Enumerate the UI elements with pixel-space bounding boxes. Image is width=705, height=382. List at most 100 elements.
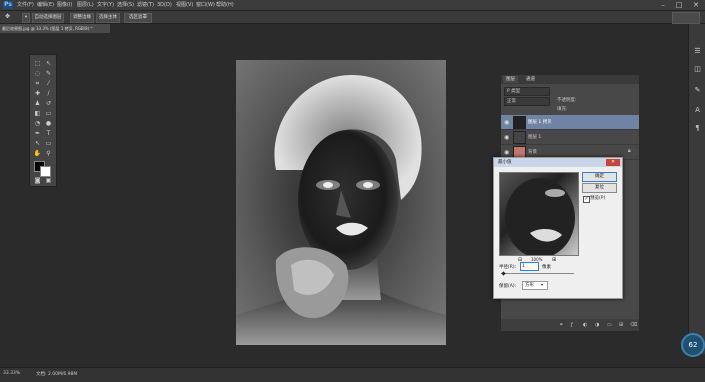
visibility-eye-icon[interactable]: ◉: [504, 119, 509, 126]
menu-file[interactable]: 文件(F): [17, 1, 34, 9]
healing-brush-icon[interactable]: ✚: [33, 89, 42, 98]
document-info[interactable]: 文档: 2.00M/6.98M: [36, 371, 77, 377]
zoom-tool-icon[interactable]: ⚲: [44, 149, 53, 158]
options-bar: ✥ ▾ 自动选择图层 调整边缘 选择主体 选区遮罩: [0, 11, 705, 24]
menu-select[interactable]: 选择(S): [117, 1, 134, 9]
fill-label: 填充:: [557, 107, 568, 112]
marquee-tool-icon[interactable]: ⬚: [33, 59, 42, 68]
chevron-down-icon: ▾: [541, 282, 544, 287]
menu-layer[interactable]: 图层(L): [77, 1, 94, 9]
document-tab[interactable]: 最后效果图.jpg @ 33.3% (图层 1 拷贝, RGB/8) *: [0, 24, 110, 33]
screen-mode-icon[interactable]: ▣: [44, 176, 53, 185]
menu-3d[interactable]: 3D(D): [157, 1, 172, 9]
menu-window[interactable]: 窗口(W): [196, 1, 215, 9]
canvas-image[interactable]: [236, 60, 446, 345]
reset-button[interactable]: 复位: [582, 183, 617, 193]
character-icon[interactable]: A: [693, 106, 702, 115]
quick-mask-icon[interactable]: ◙: [33, 176, 42, 185]
blur-tool-icon[interactable]: ◔: [33, 119, 42, 128]
minimum-filter-dialog: 最小值 ✕ ⊟ 100% ⊞ 确定 复位 ✓ 预览(P) 半径(R): 1 像素…: [493, 157, 623, 299]
select-subject-button[interactable]: 选择主体: [96, 13, 120, 23]
layer-thumbnail: [513, 116, 526, 129]
layer-row[interactable]: ◉ 图层 1: [501, 130, 639, 145]
brush-tool-icon[interactable]: ∕: [44, 89, 53, 98]
mask-icon[interactable]: ◐: [583, 322, 587, 328]
dropdown-icon[interactable]: ▾: [22, 13, 30, 23]
menu-edit[interactable]: 编辑(E): [37, 1, 54, 9]
radius-slider-track[interactable]: [501, 273, 574, 274]
visibility-eye-icon[interactable]: ◉: [504, 134, 509, 141]
tab-layers[interactable]: 图层: [503, 76, 518, 83]
link-layers-icon[interactable]: ⚭: [559, 322, 563, 328]
clone-stamp-icon[interactable]: ♟: [33, 99, 42, 108]
minimize-button[interactable]: –: [655, 0, 671, 10]
preserve-select[interactable]: 方形: [522, 281, 548, 290]
history-icon[interactable]: ☰: [693, 47, 702, 56]
right-dock: ☰ ◫ ✎ A ¶: [688, 24, 705, 354]
path-select-icon[interactable]: ↖: [33, 139, 42, 148]
status-bar: 33.33% 文档: 2.00M/6.98M: [0, 367, 705, 382]
filter-preview[interactable]: [499, 172, 579, 256]
tab-channels[interactable]: 通道: [523, 76, 538, 83]
preview-label: 预览(P): [590, 196, 606, 201]
layers-panel-header: [501, 75, 639, 84]
properties-icon[interactable]: ◫: [693, 65, 702, 74]
preview-checkbox[interactable]: ✓: [583, 196, 590, 203]
move-tool-icon[interactable]: ✥: [5, 13, 13, 21]
layer-filter-select[interactable]: P 类型: [504, 87, 550, 96]
quick-select-icon[interactable]: ✎: [44, 69, 53, 78]
layer-row[interactable]: ◉ 图层 1 拷贝: [501, 115, 639, 130]
radius-slider-handle[interactable]: [501, 271, 506, 276]
select-mask-button[interactable]: 选区遮罩: [124, 13, 152, 23]
menu-image[interactable]: 图像(I): [57, 1, 72, 9]
shape-tool-icon[interactable]: ▭: [44, 139, 53, 148]
visibility-eye-icon[interactable]: ◉: [504, 149, 509, 156]
gradient-icon[interactable]: ▭: [44, 109, 53, 118]
move-icon[interactable]: ↖: [44, 59, 53, 68]
crop-tool-icon[interactable]: ⌗: [33, 79, 42, 88]
toolbox: ⬚ ↖ ◌ ✎ ⌗ ⁄ ✚ ∕ ♟ ↺ ◧ ▭ ◔ ● ✒ T ↖ ▭ ✋ ⚲ …: [29, 54, 57, 187]
history-brush-icon[interactable]: ↺: [44, 99, 53, 108]
photoshop-logo: Ps: [3, 1, 13, 9]
ok-button[interactable]: 确定: [582, 172, 617, 182]
menu-bar: Ps 文件(F) 编辑(E) 图像(I) 图层(L) 文字(Y) 选择(S) 滤…: [0, 0, 705, 11]
adjustment-icon[interactable]: ◑: [595, 322, 599, 328]
eyedropper-icon[interactable]: ⁄: [44, 79, 53, 88]
refine-edge-button[interactable]: 调整边缘: [70, 13, 94, 23]
maximize-button[interactable]: □: [671, 0, 687, 10]
new-layer-icon[interactable]: ⊞: [619, 322, 623, 328]
fx-icon[interactable]: ƒ: [571, 322, 573, 328]
dialog-titlebar[interactable]: 最小值 ✕: [494, 158, 622, 167]
preserve-select-value: 方形: [525, 283, 534, 288]
opacity-label: 不透明度:: [557, 98, 577, 103]
layer-name: 背景: [528, 150, 537, 155]
dodge-tool-icon[interactable]: ●: [44, 119, 53, 128]
layer-thumbnail: [513, 131, 526, 144]
zoom-in-icon[interactable]: ⊞: [552, 257, 556, 263]
trash-icon[interactable]: ⌫: [630, 322, 637, 328]
dialog-title: 最小值: [498, 160, 512, 165]
brush-preset-icon[interactable]: ✎: [693, 86, 702, 95]
blend-mode-select[interactable]: 正常: [504, 97, 550, 106]
radius-unit: 像素: [542, 265, 551, 270]
pen-tool-icon[interactable]: ✒: [33, 129, 42, 138]
close-window-button[interactable]: ✕: [688, 0, 704, 10]
hand-tool-icon[interactable]: ✋: [33, 149, 42, 158]
workspace-switcher[interactable]: [672, 12, 700, 24]
menu-help[interactable]: 帮助(H): [216, 1, 234, 9]
type-tool-icon[interactable]: T: [44, 129, 53, 138]
document-tab-title: 最后效果图.jpg @ 33.3% (图层 1 拷贝, RGB/8) *: [2, 26, 93, 31]
folder-icon[interactable]: ▭: [607, 322, 612, 328]
lasso-tool-icon[interactable]: ◌: [33, 69, 42, 78]
eraser-icon[interactable]: ◧: [33, 109, 42, 118]
close-icon[interactable]: ✕: [606, 159, 620, 166]
preview-portrait: [505, 178, 575, 255]
paragraph-icon[interactable]: ¶: [693, 124, 702, 133]
radius-input[interactable]: 1: [520, 262, 539, 271]
zoom-readout[interactable]: 33.33%: [3, 371, 20, 376]
menu-type[interactable]: 文字(Y): [97, 1, 114, 9]
menu-view[interactable]: 视图(V): [176, 1, 193, 9]
portrait-illustration: [236, 75, 446, 345]
menu-filter[interactable]: 滤镜(T): [137, 1, 154, 9]
auto-select-button[interactable]: 自动选择图层: [32, 13, 64, 23]
